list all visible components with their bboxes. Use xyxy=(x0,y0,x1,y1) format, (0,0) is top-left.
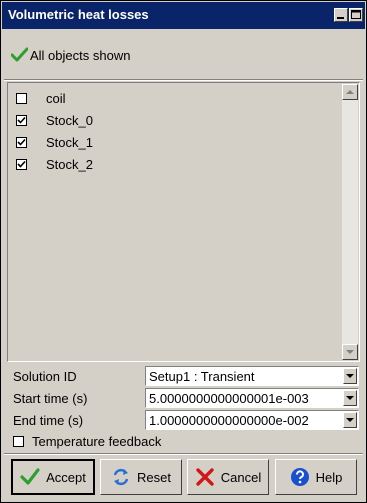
question-mark-icon xyxy=(290,468,309,486)
list-item[interactable]: Stock_0 xyxy=(16,111,93,129)
visibility-status: All objects shown xyxy=(11,47,130,63)
list-item[interactable]: coil xyxy=(16,89,66,107)
temperature-feedback-checkbox[interactable] xyxy=(13,436,24,447)
reset-label: Reset xyxy=(137,469,171,485)
start-time-label: Start time (s) xyxy=(13,390,88,406)
reset-button[interactable]: Reset xyxy=(100,459,182,495)
arrow-up-icon xyxy=(346,90,354,94)
refresh-arrows-icon xyxy=(113,468,129,486)
object-label: coil xyxy=(46,90,66,106)
green-check-icon xyxy=(11,47,28,62)
end-time-select[interactable]: 1.0000000000000000e-002 xyxy=(145,410,359,430)
checkbox-stock-2[interactable] xyxy=(16,158,27,170)
dialog-window: Volumetric heat losses All objects shown… xyxy=(0,0,367,503)
solution-id-label: Solution ID xyxy=(13,368,77,384)
dropdown-button[interactable] xyxy=(343,368,357,384)
chevron-down-icon xyxy=(346,396,354,400)
green-check-icon xyxy=(20,468,40,485)
cancel-button[interactable]: Cancel xyxy=(187,459,269,495)
object-label: Stock_2 xyxy=(46,156,93,172)
temperature-feedback-option[interactable]: Temperature feedback xyxy=(13,434,161,449)
checkbox-stock-0[interactable] xyxy=(16,114,27,126)
list-item[interactable]: Stock_2 xyxy=(16,155,93,173)
solution-id-value: Setup1 : Transient xyxy=(149,369,255,384)
object-list: coil Stock_0 Stock_1 Stock_2 xyxy=(7,82,360,362)
end-time-value: 1.0000000000000000e-002 xyxy=(149,413,309,428)
arrow-down-icon xyxy=(346,350,354,354)
checkbox-stock-1[interactable] xyxy=(16,136,27,148)
chevron-down-icon xyxy=(346,418,354,422)
start-time-value: 5.0000000000000001e-003 xyxy=(149,391,309,406)
maximize-icon xyxy=(351,10,361,19)
scroll-up-button[interactable] xyxy=(342,84,358,100)
vertical-scrollbar[interactable] xyxy=(342,84,358,360)
dropdown-button[interactable] xyxy=(343,390,357,406)
minimize-button[interactable] xyxy=(334,8,348,22)
list-item[interactable]: Stock_1 xyxy=(16,133,93,151)
title-bar[interactable]: Volumetric heat losses xyxy=(2,2,365,29)
cancel-label: Cancel xyxy=(220,469,262,485)
minimize-icon xyxy=(337,17,344,19)
divider xyxy=(4,79,363,81)
dropdown-button[interactable] xyxy=(343,412,357,428)
object-label: Stock_0 xyxy=(46,112,93,128)
maximize-button[interactable] xyxy=(349,8,363,22)
accept-button[interactable]: Accept xyxy=(11,459,95,495)
divider xyxy=(4,453,363,455)
solution-id-select[interactable]: Setup1 : Transient xyxy=(145,366,359,386)
status-text: All objects shown xyxy=(30,47,131,63)
help-button[interactable]: Help xyxy=(275,459,357,495)
checkmark-icon xyxy=(17,138,26,146)
end-time-label: End time (s) xyxy=(13,412,84,428)
checkmark-icon xyxy=(17,160,26,168)
accept-label: Accept xyxy=(46,469,86,485)
red-x-icon xyxy=(196,468,214,486)
scroll-down-button[interactable] xyxy=(342,344,358,360)
temperature-feedback-label: Temperature feedback xyxy=(32,434,162,449)
chevron-down-icon xyxy=(346,374,354,378)
checkmark-icon xyxy=(17,116,26,124)
start-time-select[interactable]: 5.0000000000000001e-003 xyxy=(145,388,359,408)
object-label: Stock_1 xyxy=(46,134,93,150)
window-title: Volumetric heat losses xyxy=(8,7,149,22)
help-label: Help xyxy=(315,469,343,485)
checkbox-coil[interactable] xyxy=(16,92,27,104)
